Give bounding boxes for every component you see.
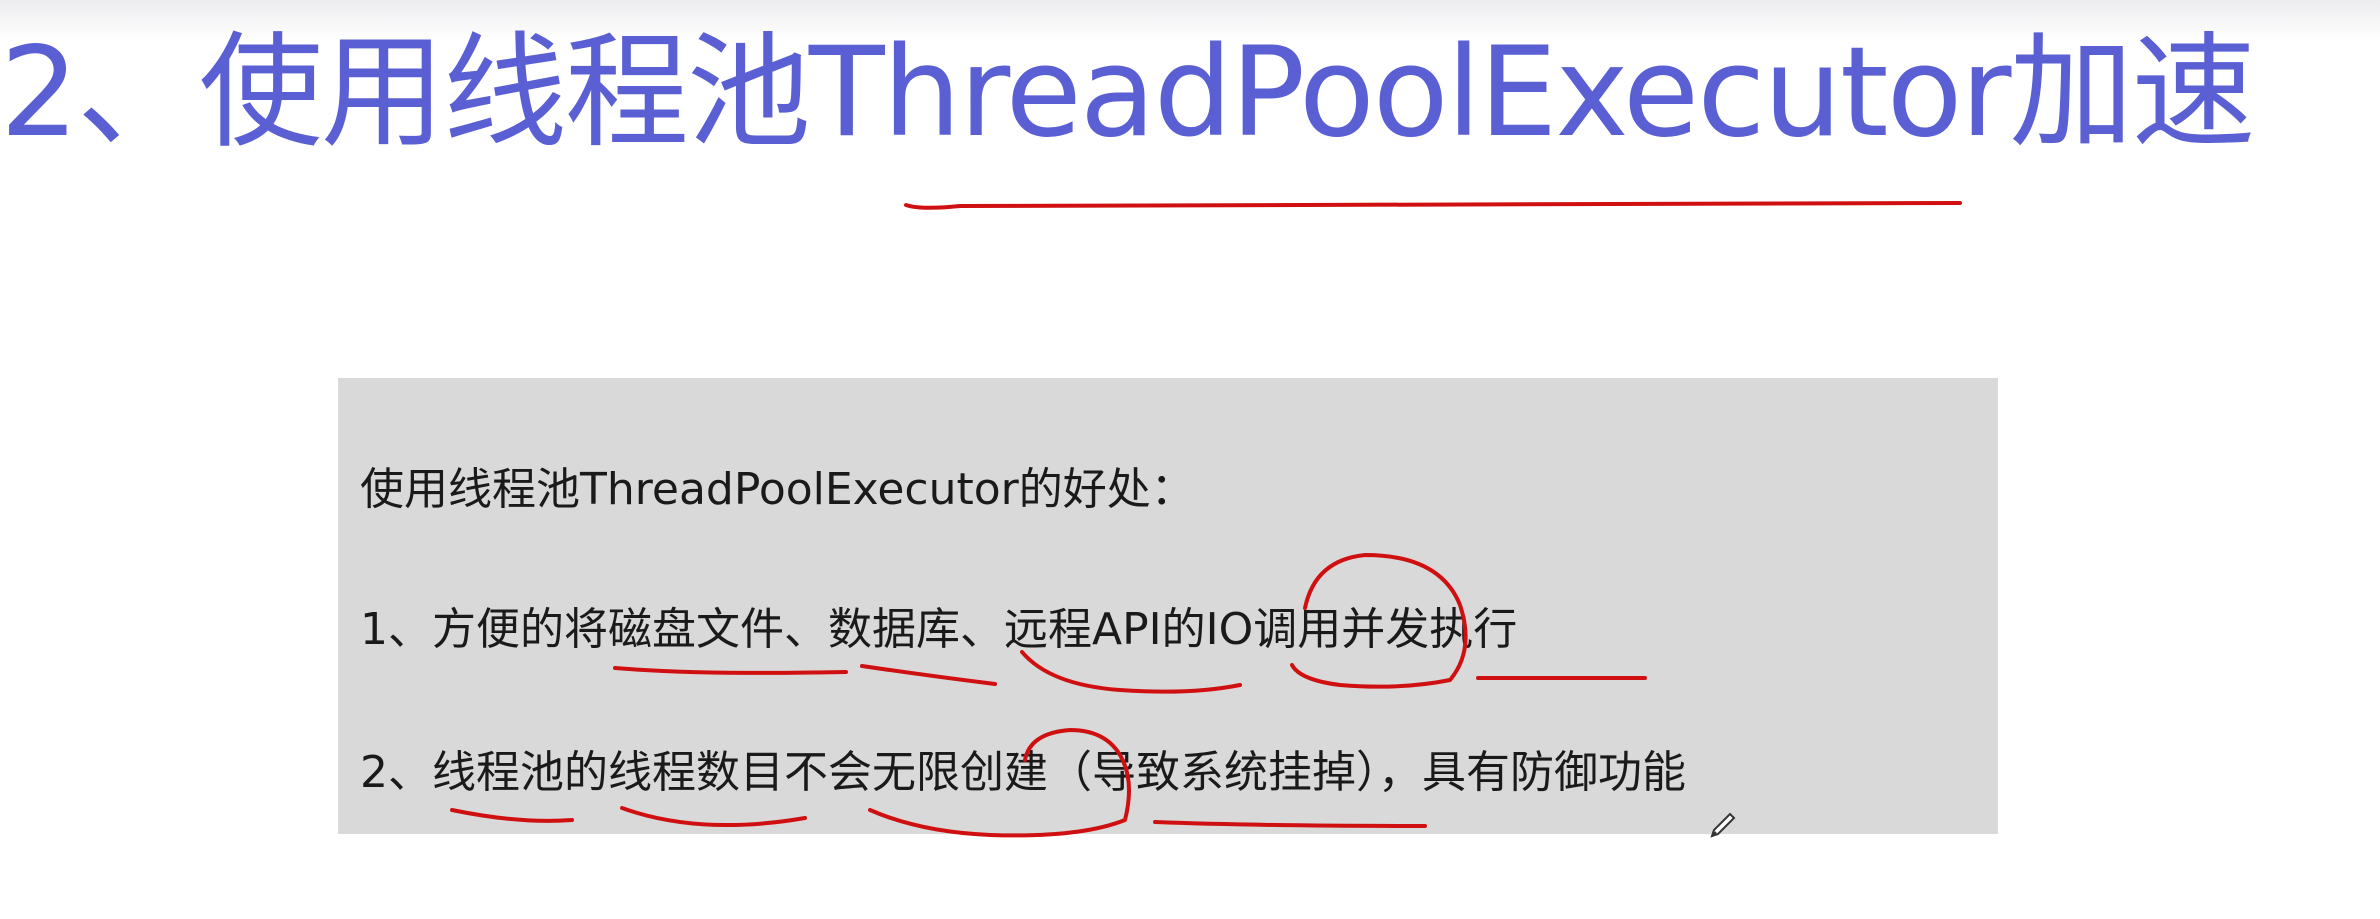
title-underline (904, 201, 1962, 210)
benefit-item-2: 2、线程池的线程数目不会无限创建（导致系统挂掉），具有防御功能 (360, 747, 1686, 798)
content-box: 使用线程池ThreadPoolExecutor的好处： 1、方便的将磁盘文件、数… (338, 378, 1998, 834)
benefit-item-1: 1、方便的将磁盘文件、数据库、远程API的IO调用并发执行 (360, 604, 1518, 655)
pen-cursor-icon (1710, 812, 1736, 838)
slide-title: 2、使用线程池ThreadPoolExecutor加速 (0, 21, 2255, 165)
benefits-intro: 使用线程池ThreadPoolExecutor的好处： (360, 464, 1195, 515)
